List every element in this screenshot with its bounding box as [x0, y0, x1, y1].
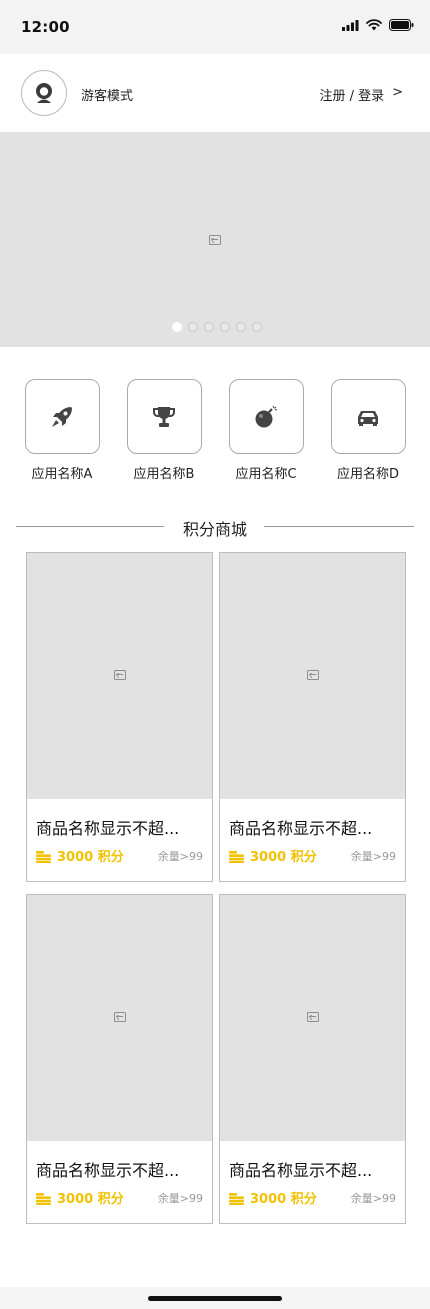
- app-tile[interactable]: [24, 379, 100, 454]
- product-card[interactable]: 商品名称显示不超... 3000 积分 余量>99: [219, 552, 406, 882]
- product-card[interactable]: 商品名称显示不超... 3000 积分 余量>99: [26, 552, 213, 882]
- points-value: 3000 积分: [250, 850, 317, 865]
- coins-icon: [36, 1192, 51, 1205]
- points-value: 3000 积分: [57, 850, 124, 865]
- points-value: 3000 积分: [250, 1192, 317, 1207]
- app-label: 应用名称A: [31, 467, 93, 482]
- app-item-b[interactable]: 应用名称B: [113, 379, 215, 482]
- points-value: 3000 积分: [57, 1192, 124, 1207]
- divider: [264, 526, 414, 527]
- product-points: 3000 积分: [36, 846, 124, 865]
- car-icon: [358, 410, 378, 426]
- wifi-icon: [366, 19, 382, 31]
- app-tile[interactable]: [330, 379, 406, 454]
- product-stock: 余量>99: [157, 850, 203, 863]
- signal-icon: [342, 19, 359, 31]
- app-label: 应用名称B: [133, 467, 195, 482]
- product-stock: 余量>99: [350, 1192, 396, 1205]
- coins-icon: [36, 850, 51, 863]
- app-item-d[interactable]: 应用名称D: [317, 379, 419, 482]
- image-placeholder-icon: [114, 670, 126, 680]
- product-stock: 余量>99: [157, 1192, 203, 1205]
- image-placeholder-icon: [307, 1012, 319, 1022]
- product-stock: 余量>99: [350, 850, 396, 863]
- carousel-dot[interactable]: [188, 322, 198, 332]
- main-content: 应用名称A 应用名称B 应用名称C 应用名称D 积分商城 商品名称显示不超...…: [0, 347, 430, 1287]
- avatar[interactable]: [21, 70, 67, 116]
- product-points: 3000 积分: [229, 1188, 317, 1207]
- product-points: 3000 积分: [36, 1188, 124, 1207]
- points-mall-heading: 积分商城: [0, 515, 430, 539]
- carousel-dot[interactable]: [220, 322, 230, 332]
- trophy-icon: [153, 406, 175, 427]
- image-placeholder-icon: [209, 235, 221, 245]
- app-item-a[interactable]: 应用名称A: [11, 379, 113, 482]
- product-image: [27, 553, 212, 799]
- coins-icon: [229, 850, 244, 863]
- image-placeholder-icon: [307, 670, 319, 680]
- app-tile[interactable]: [126, 379, 202, 454]
- carousel-dot[interactable]: [172, 322, 182, 332]
- guest-mode-label: 游客模式: [81, 89, 134, 104]
- bomb-icon: [255, 405, 278, 427]
- home-indicator[interactable]: [148, 1296, 282, 1301]
- coins-icon: [229, 1192, 244, 1205]
- carousel-dot[interactable]: [252, 322, 262, 332]
- carousel-dot[interactable]: [204, 322, 214, 332]
- app-label: 应用名称C: [235, 467, 297, 482]
- rocket-icon: [52, 406, 72, 427]
- home-bar: [0, 1287, 430, 1309]
- section-title: 积分商城: [182, 520, 247, 539]
- product-image: [220, 895, 405, 1141]
- profile-header: 游客模式 注册 / 登录 >: [0, 54, 430, 132]
- register-login-link[interactable]: 注册 / 登录 >: [319, 85, 403, 104]
- product-image: [220, 553, 405, 799]
- status-icons: [342, 19, 414, 31]
- product-name: 商品名称显示不超...: [36, 1161, 180, 1180]
- status-time: 12:00: [21, 18, 70, 36]
- battery-icon: [389, 19, 414, 31]
- product-name: 商品名称显示不超...: [36, 819, 180, 838]
- product-name: 商品名称显示不超...: [229, 819, 373, 838]
- banner-carousel[interactable]: [0, 132, 430, 347]
- app-label: 应用名称D: [336, 467, 399, 482]
- carousel-indicator: [172, 322, 262, 332]
- app-grid: 应用名称A 应用名称B 应用名称C 应用名称D: [0, 379, 430, 489]
- user-avatar-icon: [36, 83, 52, 103]
- carousel-dot[interactable]: [236, 322, 246, 332]
- chevron-right-icon: >: [392, 85, 403, 100]
- status-bar: 12:00: [0, 0, 430, 54]
- image-placeholder-icon: [114, 1012, 126, 1022]
- register-login-label: 注册 / 登录: [319, 89, 385, 104]
- product-points: 3000 积分: [229, 846, 317, 865]
- product-image: [27, 895, 212, 1141]
- product-card[interactable]: 商品名称显示不超... 3000 积分 余量>99: [26, 894, 213, 1224]
- product-card[interactable]: 商品名称显示不超... 3000 积分 余量>99: [219, 894, 406, 1224]
- app-tile[interactable]: [228, 379, 304, 454]
- app-item-c[interactable]: 应用名称C: [215, 379, 317, 482]
- product-name: 商品名称显示不超...: [229, 1161, 373, 1180]
